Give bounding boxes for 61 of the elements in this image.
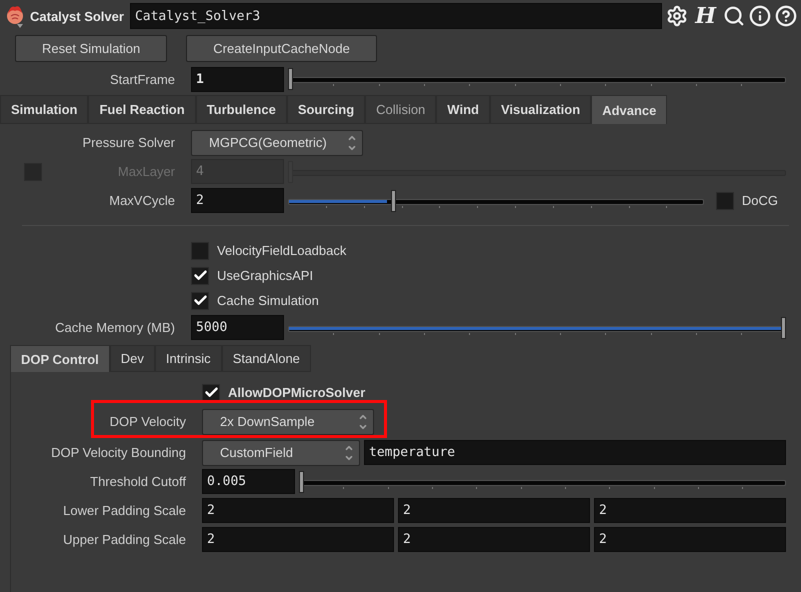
tab[interactable]: Visualization [490,95,592,124]
number-field[interactable]: 2 [594,527,786,552]
param-label: Lower Padding Scale [63,503,186,518]
number-field[interactable]: 0.005 [202,469,295,494]
param-label: DOP Velocity Bounding [51,445,186,460]
tab[interactable]: Turbulence [196,95,287,124]
slider-handle[interactable] [390,190,396,212]
action-button[interactable]: Reset Simulation [15,35,168,62]
slider-track[interactable] [288,68,786,90]
tab[interactable]: StandAlone [222,345,311,372]
number-field[interactable]: 2 [202,527,394,552]
search-icon[interactable] [723,5,745,27]
tab[interactable]: Sourcing [286,95,366,124]
checkbox[interactable] [202,384,220,402]
tab[interactable]: Dev [110,345,155,372]
slider-handle[interactable] [299,470,304,492]
param-label: Pressure Solver [82,135,175,150]
number-field[interactable]: 2 [398,527,590,552]
dropdown-menu[interactable]: MGPCG(Geometric) [191,130,363,156]
param-label: StartFrame [110,72,175,86]
param-label: DOP Velocity [110,414,186,429]
node-name-field[interactable]: Catalyst_Solver3 [130,3,662,29]
slider-track[interactable] [288,190,704,212]
number-field[interactable]: 2 [594,498,786,523]
dropdown-menu[interactable]: CustomField [202,440,360,466]
tab[interactable]: DOP Control [10,345,110,372]
tab[interactable]: Intrinsic [154,345,222,372]
checkbox[interactable] [716,192,734,210]
number-field[interactable]: 2 [202,498,394,523]
param-label: Cache Memory (MB) [55,320,175,335]
param-label: Upper Padding Scale [63,532,186,547]
tab[interactable]: Advance [591,95,668,124]
checkbox-label: DoCG [742,193,778,208]
checkbox[interactable] [191,292,209,310]
gear-icon[interactable] [666,5,688,27]
checkbox[interactable] [191,266,209,284]
slider-track[interactable] [288,316,786,338]
checkbox-label: VelocityFieldLoadback [217,243,346,258]
node-type-title: Catalyst Solver [30,8,124,24]
tab[interactable]: Simulation [0,95,88,124]
param-label: MaxVCycle [109,193,175,208]
checkbox-label: UseGraphicsAPI [217,268,314,283]
number-field[interactable]: 2 [191,188,284,213]
dropdown-menu[interactable]: 2x DownSample [202,408,374,434]
action-button[interactable]: CreateInputCacheNode [186,35,377,62]
text-field[interactable]: temperature [364,440,786,465]
checkbox[interactable] [191,242,209,260]
slider-handle[interactable] [781,316,786,338]
info-icon[interactable] [749,5,771,27]
slider-track[interactable] [299,470,786,492]
number-field[interactable]: 1 [191,66,284,92]
tab[interactable]: Wind [436,95,490,124]
number-field[interactable]: 2 [398,498,590,523]
tab[interactable]: Fuel Reaction [88,95,196,124]
checkbox-label: Cache Simulation [217,293,319,308]
param-label: Threshold Cutoff [90,474,186,489]
checkbox-label: AllowDOPMicroSolver [228,385,366,400]
slider-handle[interactable] [288,68,293,90]
help-logo[interactable]: H [692,3,719,29]
help-icon[interactable] [775,5,797,27]
number-field[interactable]: 5000 [191,315,284,340]
